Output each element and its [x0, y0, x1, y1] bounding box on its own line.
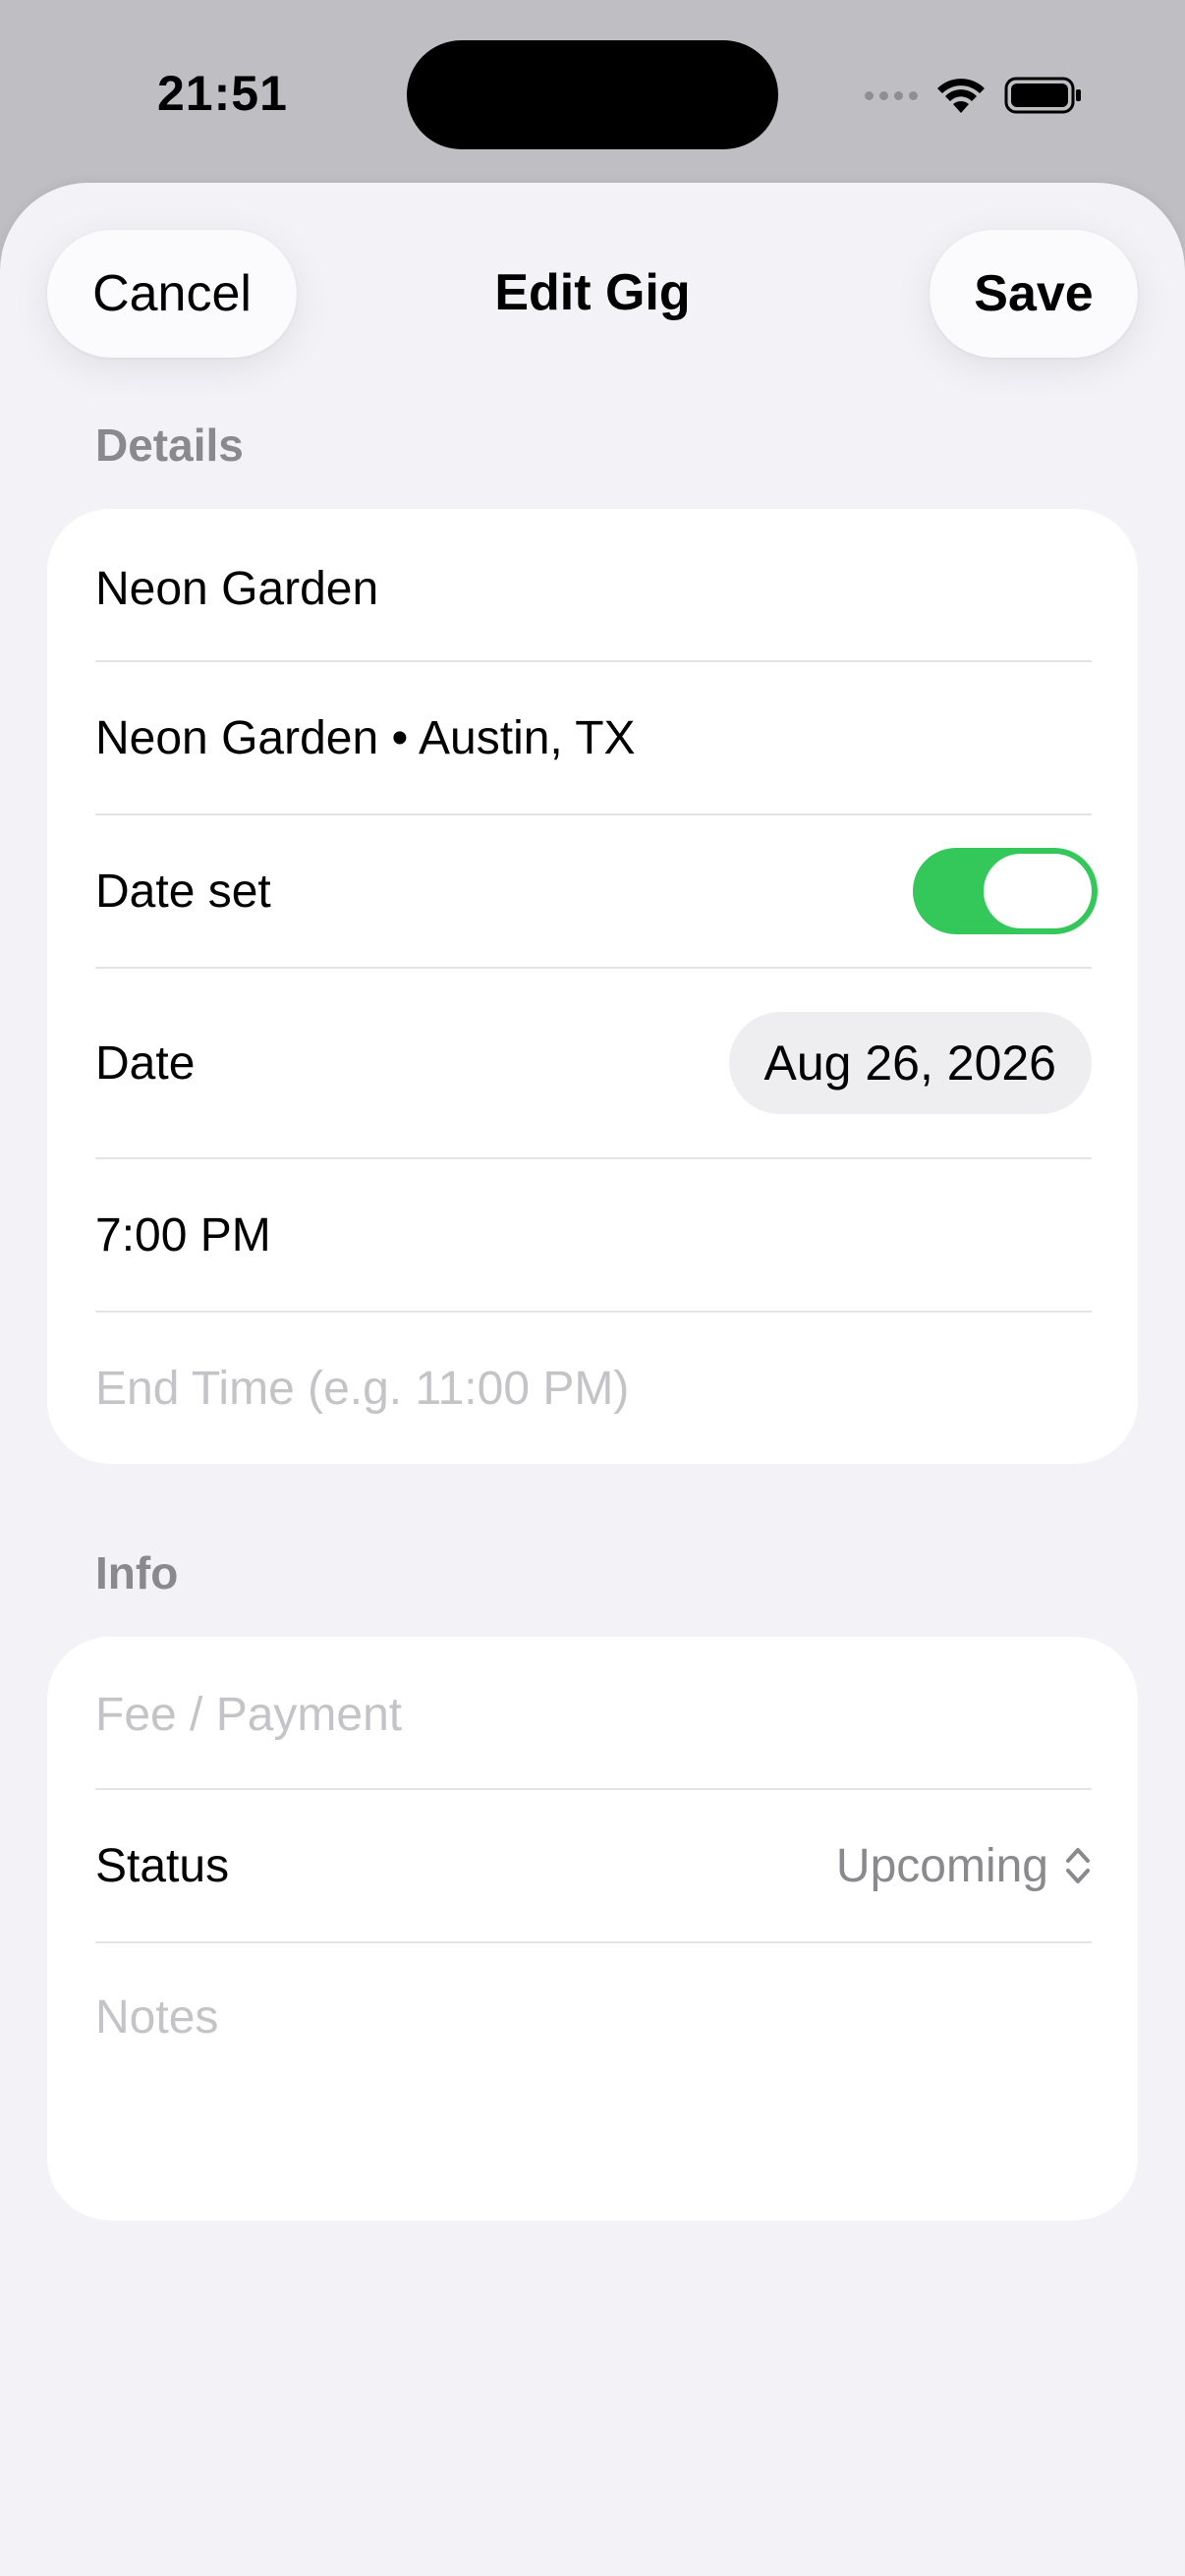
date-set-row: Date set: [95, 815, 1098, 969]
fee-placeholder: Fee / Payment: [95, 1688, 403, 1741]
wifi-icon: [937, 79, 985, 113]
status-picker[interactable]: Upcoming: [836, 1839, 1092, 1893]
status-row[interactable]: Status Upcoming: [95, 1790, 1092, 1943]
end-time-placeholder: End Time (e.g. 11:00 PM): [95, 1362, 630, 1415]
dynamic-island: [407, 40, 778, 149]
status-bar: 21:51: [0, 0, 1185, 187]
status-time: 21:51: [157, 66, 288, 121]
date-label: Date: [95, 1036, 196, 1090]
end-time-field[interactable]: End Time (e.g. 11:00 PM): [95, 1313, 1092, 1464]
start-time-value: 7:00 PM: [95, 1208, 271, 1261]
section-label-info: Info: [95, 1547, 179, 1598]
start-time-field[interactable]: 7:00 PM: [95, 1159, 1092, 1313]
section-label-details: Details: [95, 420, 244, 471]
status-value: Upcoming: [835, 1839, 1048, 1892]
cellular-dots-icon: [865, 90, 918, 100]
fee-field[interactable]: Fee / Payment: [95, 1637, 1092, 1790]
chevron-up-down-icon: [1066, 1848, 1090, 1883]
date-row: Date Aug 26, 2026: [95, 969, 1092, 1159]
notes-placeholder: Notes: [95, 1991, 219, 2044]
notes-field[interactable]: Notes: [95, 1943, 1092, 2220]
status-icons: [865, 71, 1083, 120]
date-set-label: Date set: [95, 865, 271, 918]
save-button[interactable]: Save: [930, 230, 1138, 358]
status-label: Status: [95, 1839, 230, 1892]
details-card: Neon Garden Neon Garden • Austin, TX Dat…: [47, 509, 1138, 1464]
venue-field[interactable]: Neon Garden • Austin, TX: [95, 662, 1092, 815]
date-picker-button[interactable]: Aug 26, 2026: [728, 1012, 1092, 1114]
battery-icon: [1004, 77, 1081, 114]
info-card: Fee / Payment Status Upcoming Notes: [47, 1637, 1138, 2220]
edit-gig-sheet: Cancel Edit Gig Save Details Neon Garden…: [0, 183, 1185, 2576]
date-set-toggle[interactable]: [913, 848, 1098, 934]
venue-value: Neon Garden • Austin, TX: [95, 711, 636, 764]
gig-name-value: Neon Garden: [95, 562, 379, 615]
gig-name-field[interactable]: Neon Garden: [95, 509, 1092, 662]
toggle-knob: [984, 854, 1092, 928]
